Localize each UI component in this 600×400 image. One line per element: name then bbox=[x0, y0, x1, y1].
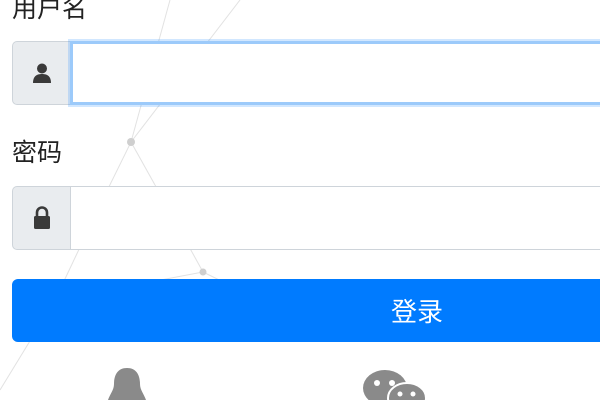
username-addon bbox=[12, 41, 70, 105]
password-input-group bbox=[12, 186, 600, 250]
username-input-group bbox=[12, 41, 600, 105]
qq-icon[interactable] bbox=[99, 366, 155, 400]
login-page: 用户名 密码 登录 bbox=[0, 0, 600, 400]
lock-icon bbox=[33, 206, 50, 229]
username-input[interactable] bbox=[70, 41, 600, 105]
user-icon bbox=[32, 63, 51, 83]
username-label: 用户名 bbox=[12, 0, 88, 23]
password-input[interactable] bbox=[70, 186, 600, 250]
login-button-label: 登录 bbox=[390, 298, 443, 328]
login-button[interactable]: 登录 bbox=[12, 279, 600, 342]
password-label: 密码 bbox=[12, 138, 63, 167]
password-addon bbox=[12, 186, 70, 250]
wechat-icon[interactable] bbox=[361, 366, 431, 400]
